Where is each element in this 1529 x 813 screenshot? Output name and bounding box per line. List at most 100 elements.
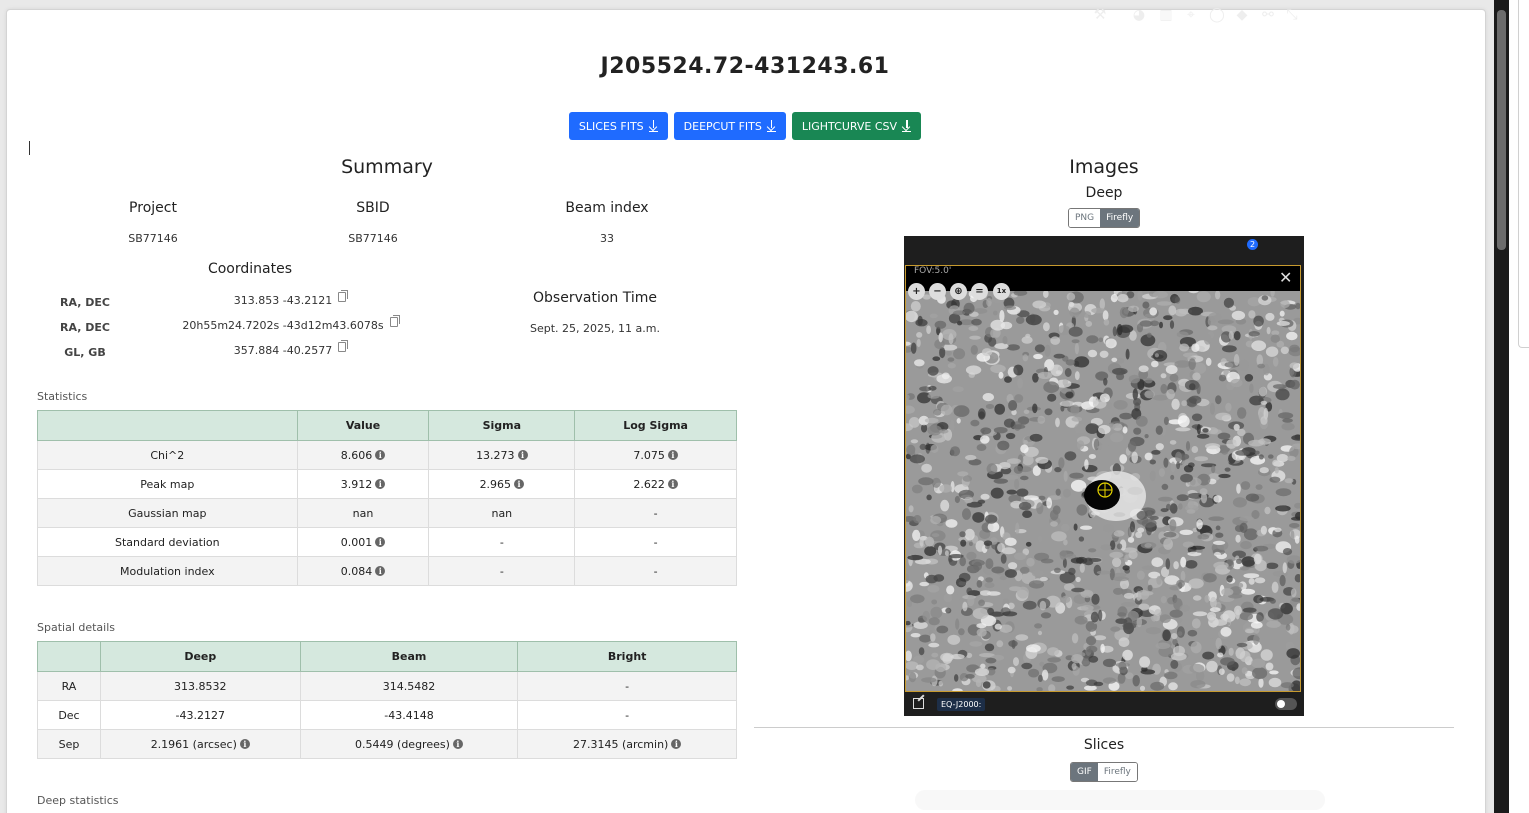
external-link-icon[interactable] <box>913 698 924 709</box>
summary-heading: Summary <box>341 156 433 178</box>
observation-time-label: Observation Time <box>533 290 657 306</box>
side-panel-edge <box>1518 0 1529 348</box>
deep-view-toggle: PNG Firefly <box>1068 208 1141 228</box>
table-cell: Chi^2 <box>37 440 298 470</box>
info-icon[interactable]: i <box>517 449 528 460</box>
cell-text: Gaussian map <box>128 506 207 520</box>
table-cell: 13.273 i <box>428 440 576 470</box>
table-cell: 0.001 i <box>296 527 430 557</box>
deep-statistics-caption: Deep statistics <box>37 794 119 807</box>
viewer-toggle-switch[interactable] <box>1275 698 1297 710</box>
coord-value-radec-deg: 313.853 -43.2121 <box>160 290 420 307</box>
coord-text: 357.884 -40.2577 <box>233 344 333 357</box>
copy-icon[interactable] <box>338 290 349 302</box>
zoom-out-icon[interactable]: − <box>929 283 946 300</box>
copy-icon[interactable] <box>338 340 349 352</box>
sbid-value: SB77146 <box>348 232 398 245</box>
observation-time-value: Sept. 25, 2025, 11 a.m. <box>530 322 660 335</box>
cell-text: Dec <box>58 708 80 722</box>
lightcurve-csv-button[interactable]: LIGHTCURVE CSV <box>791 112 922 140</box>
table-cell: 0.084 i <box>296 556 430 586</box>
firefly-option[interactable]: Firefly <box>1097 763 1137 781</box>
column-header: Sigma <box>428 410 576 441</box>
expand-icon[interactable]: ⤡ <box>1283 6 1301 24</box>
cell-text: -43.4148 <box>384 708 434 722</box>
info-icon[interactable]: i <box>375 565 386 576</box>
layers-icon[interactable]: ◆ <box>1233 6 1251 24</box>
cell-text: 0.001 <box>340 535 373 549</box>
cell-text: Sep <box>58 737 80 751</box>
cell-text: 13.273 <box>476 448 515 462</box>
cell-text: - <box>499 535 504 549</box>
table-cell: 7.075 i <box>574 440 737 470</box>
layer-count-badge: 2 <box>1247 239 1258 250</box>
table-cell: - <box>428 527 576 557</box>
center-icon[interactable]: ⌖ <box>1182 6 1200 24</box>
scrollbar-thumb[interactable] <box>1497 10 1506 250</box>
table-row: Peak map 3.912 i 2.965 i 2.622 i <box>37 469 737 499</box>
slices-view-toggle: GIF Firefly <box>1070 762 1138 782</box>
table-header-row: Deep Beam Bright <box>37 641 737 672</box>
info-icon[interactable]: i <box>671 738 682 749</box>
deep-label: Deep <box>1085 185 1123 201</box>
zoom-1x-icon[interactable]: 1x <box>993 283 1010 300</box>
firefly-option[interactable]: Firefly <box>1100 209 1140 227</box>
column-header: Bright <box>517 641 737 672</box>
table-cell: 3.912 i <box>296 469 430 499</box>
cell-text: 314.5482 <box>382 679 436 693</box>
cell-text: Modulation index <box>119 564 215 578</box>
table-cell: 313.8532 <box>99 671 301 701</box>
info-icon[interactable]: i <box>375 449 386 460</box>
table-cell: Modulation index <box>37 556 298 586</box>
gif-option[interactable]: GIF <box>1071 763 1098 781</box>
deepcut-fits-button[interactable]: DEEPCUT FITS <box>673 112 786 140</box>
info-icon[interactable]: i <box>375 536 386 547</box>
cell-text: 0.084 <box>340 564 373 578</box>
zoom-fill-icon[interactable]: = <box>971 283 988 300</box>
info-icon[interactable]: i <box>452 738 463 749</box>
info-icon[interactable]: i <box>239 738 250 749</box>
coordinate-system[interactable]: EQ-J2000: <box>937 698 986 711</box>
table-cell: Dec <box>37 700 101 730</box>
tools-icon[interactable]: ⚒ <box>1091 6 1109 24</box>
copy-icon[interactable] <box>389 315 400 327</box>
table-cell: Gaussian map <box>37 498 298 528</box>
palette-icon[interactable]: ◕ <box>1130 6 1148 24</box>
table-cell: RA <box>37 671 101 701</box>
divider <box>754 727 1454 728</box>
histogram-icon[interactable]: ▥ <box>1157 6 1175 24</box>
table-cell: nan <box>296 498 430 528</box>
zoom-in-icon[interactable]: + <box>908 283 925 300</box>
cell-text: 3.912 <box>340 477 373 491</box>
lasso-icon[interactable]: ◯ <box>1208 6 1226 24</box>
slices-fits-button[interactable]: SLICES FITS <box>568 112 668 140</box>
table-cell: 2.965 i <box>428 469 576 499</box>
info-icon[interactable]: i <box>667 449 678 460</box>
coord-value-radec-hms: 20h55m24.7202s -43d12m43.6078s <box>150 315 430 332</box>
info-icon[interactable]: i <box>667 478 678 489</box>
table-row: Chi^2 8.606 i 13.273 i 7.075 i <box>37 440 737 470</box>
png-option[interactable]: PNG <box>1069 209 1101 227</box>
table-row: Dec -43.2127 -43.4148 - <box>37 700 737 730</box>
download-buttons: SLICES FITS DEEPCUT FITS LIGHTCURVE CSV <box>0 112 1490 140</box>
coord-text: 313.853 -43.2121 <box>233 294 333 307</box>
cell-text: Chi^2 <box>150 448 185 462</box>
unlink-icon[interactable]: ⚯ <box>1259 6 1277 24</box>
column-header <box>37 641 101 672</box>
table-cell: 2.622 i <box>574 469 737 499</box>
table-row: RA 313.8532 314.5482 - <box>37 671 737 701</box>
info-icon[interactable]: i <box>375 478 386 489</box>
cell-text: 27.3145 (arcmin) <box>572 737 669 751</box>
fov-readout: FOV:5.0' <box>914 266 952 276</box>
close-icon[interactable]: ✕ <box>1279 268 1292 287</box>
column-header: Log Sigma <box>574 410 737 441</box>
table-row: Gaussian map nan nan - <box>37 498 737 528</box>
table-cell: - <box>517 700 737 730</box>
image-frame <box>905 265 1301 692</box>
table-cell: 2.1961 (arcsec) i <box>99 729 301 759</box>
cell-text: 7.075 <box>633 448 665 462</box>
table-cell: - <box>574 556 737 586</box>
column-header <box>37 410 298 441</box>
zoom-fit-icon[interactable]: ⊕ <box>950 283 967 300</box>
info-icon[interactable]: i <box>514 478 525 489</box>
